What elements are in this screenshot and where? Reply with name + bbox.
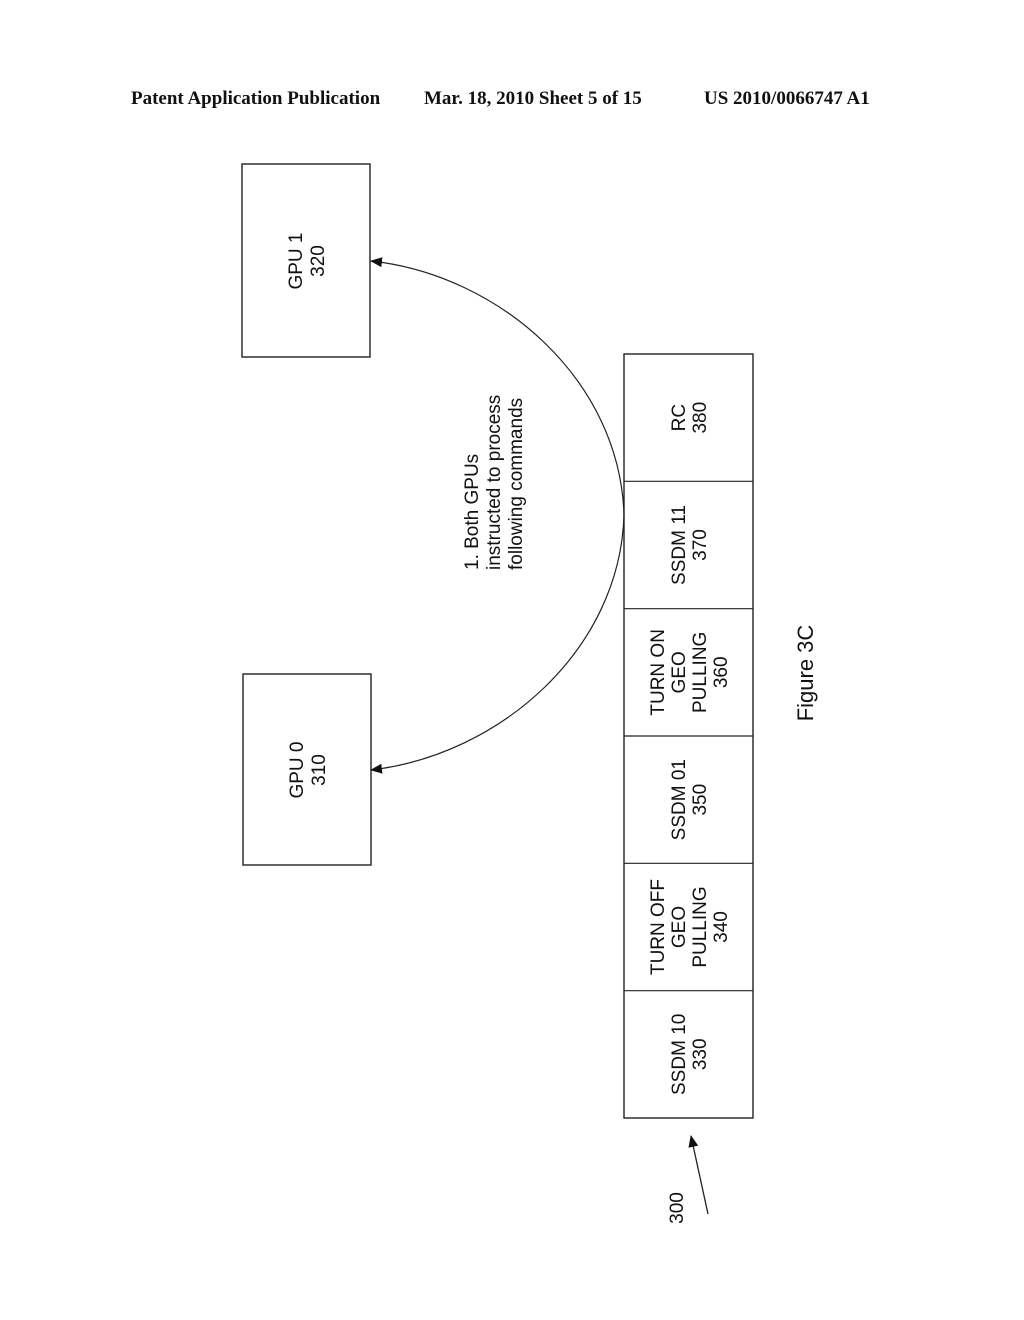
annotation-line-1: 1. Both GPUs [462,454,483,570]
gpu1-box: GPU 1 320 [241,163,371,358]
annotation-line-2: instructed to process [484,395,505,570]
command-cell: SSDM 11 370 [669,505,711,585]
ref-300-arrow [688,1135,709,1215]
command-cell-ref: 340 [711,911,732,943]
command-cell-label: GEO [669,651,690,693]
command-cell: RC 380 [669,402,711,434]
command-cell-label: RC [669,404,690,431]
command-cell: TURN OFF GEO PULLING 340 [648,879,732,975]
ref-300-label: 300 [667,1192,688,1224]
gpu0-name: GPU 0 [287,741,308,798]
command-cell-label: PULLING [690,886,711,967]
command-cell-label: PULLING [690,632,711,713]
command-cell: TURN ON GEO PULLING 360 [648,629,732,716]
command-buffer: RC 380SSDM 11 370TURN ON GEO PULLING 360SSDM … [623,353,754,1119]
command-cell-label: GEO [669,906,690,948]
command-cell-ref: 360 [711,656,732,688]
gpu1-ref: 320 [308,245,329,277]
diagram-figure-3c: GPU 1 320 GPU 0 310 1. Both GPUs instruc… [241,163,818,1224]
command-cell-ref: 350 [690,784,711,816]
command-cell-ref: 380 [690,402,711,434]
figure-label: Figure 3C [793,625,818,722]
annotation: 1. Both GPUs instructed to process follo… [462,395,527,570]
gpu1-name: GPU 1 [286,232,307,289]
command-cell-label: SSDM 11 [669,505,690,585]
annotation-line-3: following commands [506,398,527,570]
command-cell-label: SSDM 10 [669,1014,690,1095]
command-cell-label: TURN OFF [648,879,669,975]
gpu0-ref: 310 [309,754,330,786]
command-cell-ref: 370 [690,529,711,561]
gpu0-box: GPU 0 310 [242,673,372,866]
command-cell-label: SSDM 01 [669,759,690,840]
command-cell: SSDM 10 330 [669,1014,711,1095]
command-cell-label: TURN ON [648,629,669,716]
command-cell-ref: 330 [690,1038,711,1070]
command-cell: SSDM 01 350 [669,759,711,840]
